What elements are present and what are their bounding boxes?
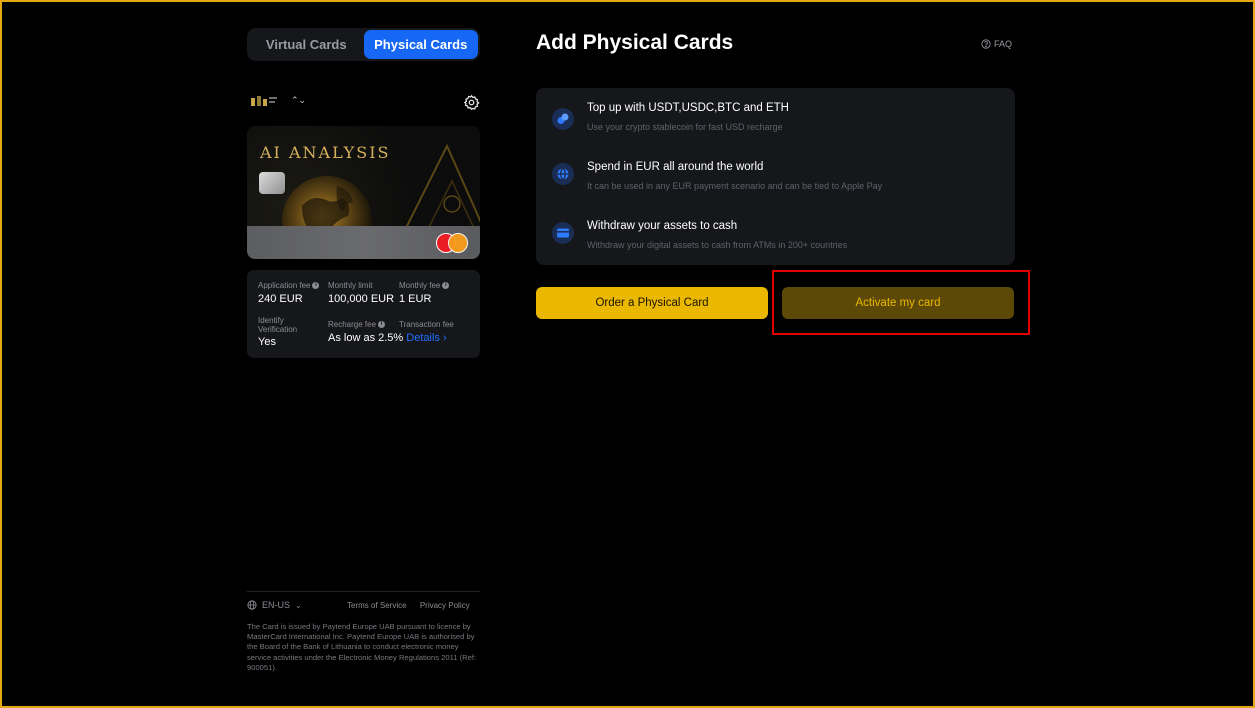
feature-desc: Withdraw your digital assets to cash fro… [587,240,848,250]
card-type-tabs: Virtual Cards Physical Cards [247,28,480,61]
globe-icon [552,163,574,185]
application-fee-label: Application fee i [258,281,320,290]
terms-link[interactable]: Terms of Service [347,601,407,610]
feature-desc: It can be used in any EUR payment scenar… [587,181,883,191]
tab-virtual-cards[interactable]: Virtual Cards [249,30,364,59]
coins-icon [552,108,574,130]
help-circle-icon [981,39,991,49]
rate-value: As low as 2.5% Details › [328,332,447,344]
transaction-fee-label: Transaction fee [399,320,454,329]
info-icon[interactable]: i [378,321,386,329]
legal-disclaimer: The Card is issued by Paytend Europe UAB… [247,622,477,672]
page-title: Add Physical Cards [536,31,734,54]
privacy-link[interactable]: Privacy Policy [420,601,470,610]
order-physical-card-button[interactable]: Order a Physical Card [536,287,768,319]
feature-title: Top up with USDT,USDC,BTC and ETH [587,102,789,114]
globe-icon [247,600,257,610]
feature-desc: Use your crypto stablecoin for fast USD … [587,122,783,132]
monthly-limit-value: 100,000 EUR [328,293,395,305]
card-chip-icon [259,172,285,194]
chevron-updown-icon[interactable]: ⌃⌄ [291,95,306,106]
application-fee-value: 240 EUR [258,293,303,305]
card-selector[interactable]: ⌃⌄ [247,94,480,112]
tab-physical-cards[interactable]: Physical Cards [363,30,478,59]
identify-verification-value: Yes [258,336,276,348]
card-preview: AI ANALYSIS [247,126,480,259]
mastercard-logo-icon [436,233,468,253]
highlight-box [772,270,1030,335]
faq-link[interactable]: FAQ [981,39,1012,49]
card-icon [552,222,574,244]
gear-icon[interactable] [463,94,480,111]
identify-verification-label: Identify Verification [258,316,298,334]
language-label: EN-US [262,600,291,610]
feature-title: Spend in EUR all around the world [587,161,764,173]
footer-links: Terms of Service Privacy Policy [347,601,470,610]
card-brand-text: AI ANALYSIS [260,143,391,162]
monthly-limit-label: Monthly limit [328,281,373,290]
faq-label: FAQ [994,39,1013,49]
feature-item-spend: Spend in EUR all around the world It can… [536,157,1015,207]
info-icon[interactable]: i [442,282,450,290]
chevron-down-icon: ⌄ [295,600,302,610]
feature-title: Withdraw your assets to cash [587,220,738,232]
card-brand-logo-icon [251,96,277,106]
feature-item-withdraw: Withdraw your assets to cash Withdraw yo… [536,216,1015,266]
recharge-fee-label: Recharge fee i [328,320,386,329]
info-icon[interactable]: i [312,282,320,290]
language-selector[interactable]: EN-US ⌄ [247,600,302,610]
monthly-fee-label: Monthly fee i [399,281,450,290]
details-link[interactable]: Details › [406,332,446,344]
monthly-fee-value: 1 EUR [399,293,432,305]
features-panel: Top up with USDT,USDC,BTC and ETH Use yo… [536,88,1015,265]
feature-item-topup: Top up with USDT,USDC,BTC and ETH Use yo… [536,98,1015,148]
footer-divider [247,591,480,592]
fees-panel: Application fee i 240 EUR Monthly limit 1… [247,270,480,358]
